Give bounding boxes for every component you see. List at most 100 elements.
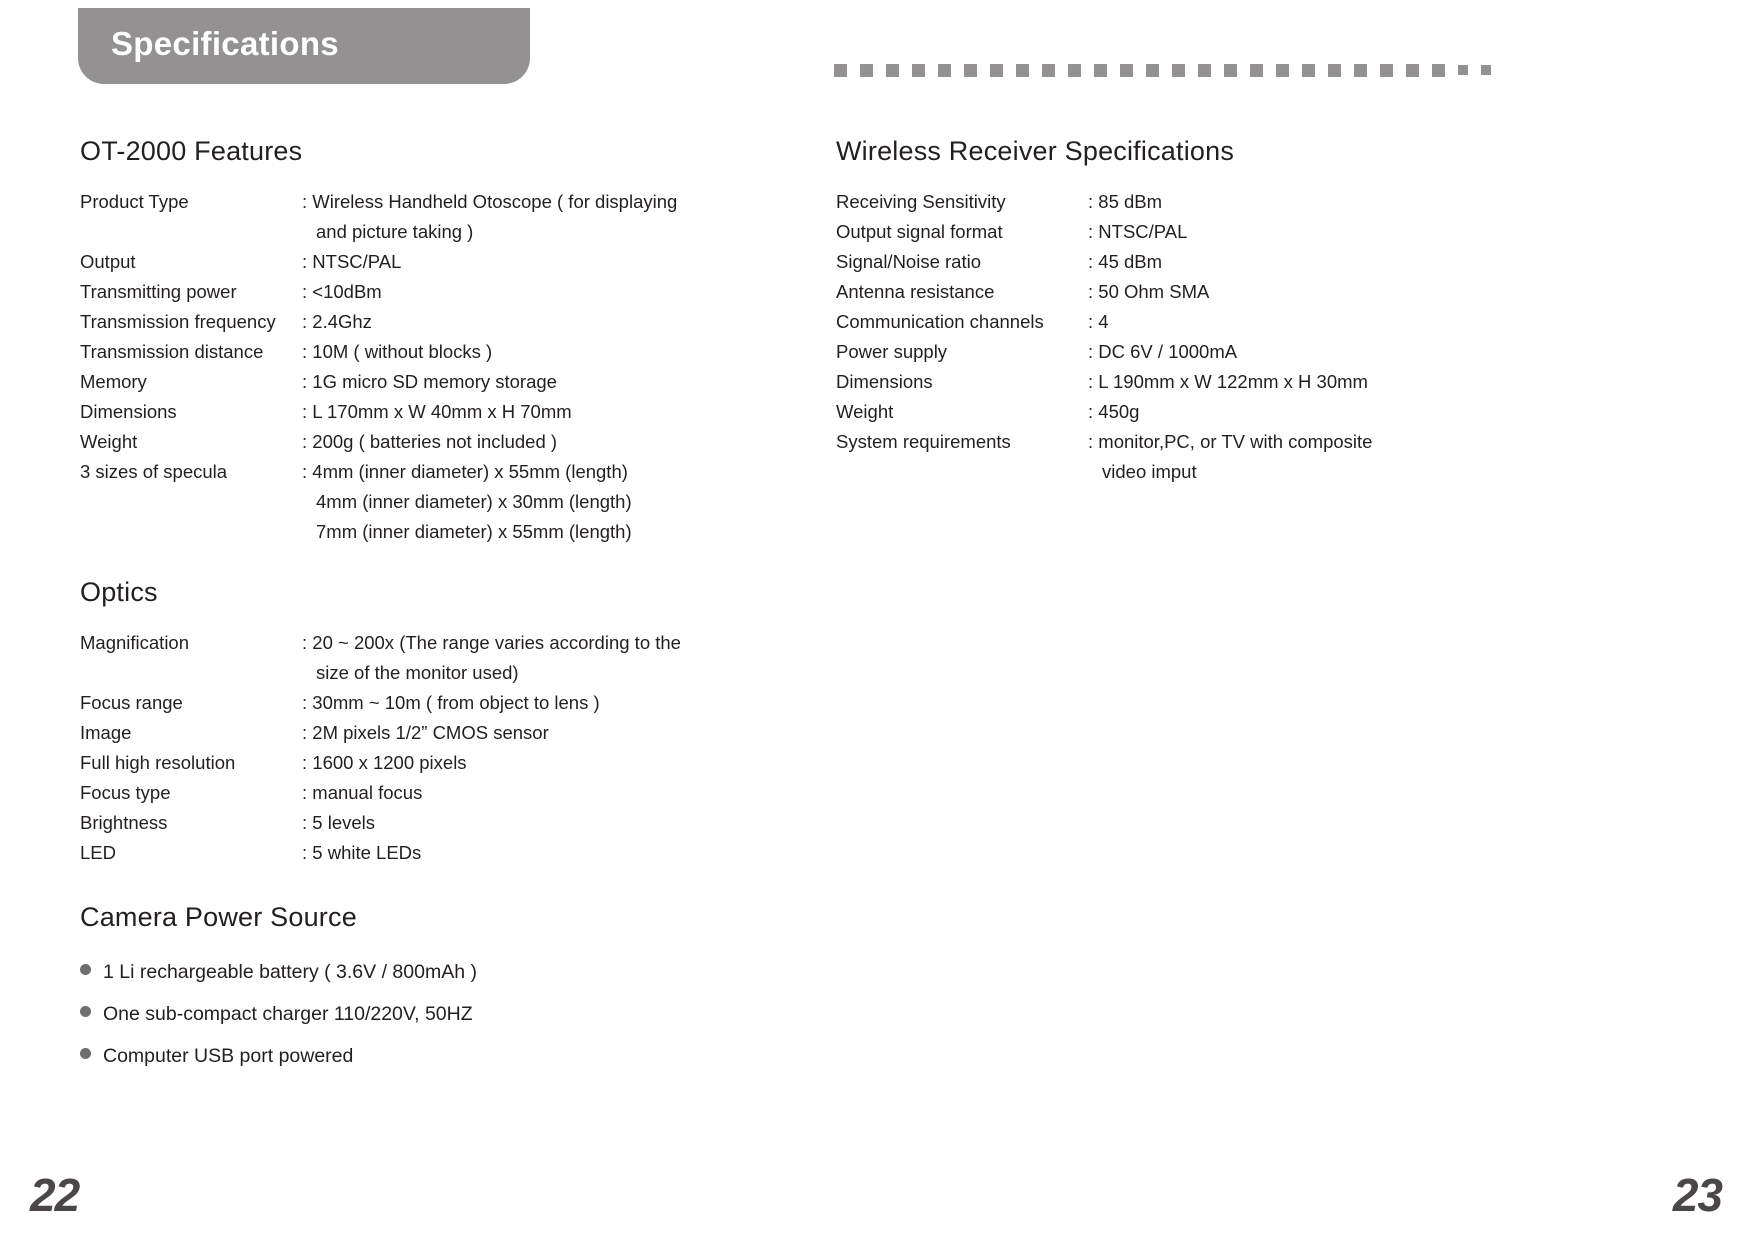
page-number-left: 22: [30, 1169, 80, 1221]
spec-row: Image : 2M pixels 1/2” CMOS sensor: [80, 718, 780, 748]
spec-row: Communication channels : 4: [836, 307, 1536, 337]
spec-value: : 2M pixels 1/2” CMOS sensor: [302, 722, 549, 743]
spec-value: : monitor,PC, or TV with composite: [1088, 431, 1373, 452]
spec-value: : 20 ~ 200x (The range varies according …: [302, 632, 681, 653]
spec-label-transmitting-power: Transmitting power: [80, 281, 237, 302]
spec-value: : 5 white LEDs: [302, 842, 422, 863]
section-heading-wireless-receiver-specifications: Wireless Receiver Specifications: [836, 136, 1235, 166]
spec-row: size of the monitor used): [80, 658, 780, 688]
spec-label-brightness: Brightness: [80, 812, 168, 833]
spec-value: 7mm (inner diameter) x 55mm (length): [316, 521, 632, 542]
spec-row: Full high resolution : 1600 x 1200 pixels: [80, 748, 780, 778]
spec-value: : 200g ( batteries not included ): [302, 431, 558, 452]
spec-row: Product Type : Wireless Handheld Otoscope…: [80, 187, 780, 217]
spec-list: Magnification : 20 ~ 200x (The range vari…: [80, 628, 780, 868]
spec-row: 7mm (inner diameter) x 55mm (length): [80, 517, 780, 547]
spec-row: video imput: [836, 457, 1536, 487]
list-item: 1 Li rechargeable battery ( 3.6V / 800mA…: [80, 957, 780, 987]
spec-row: Magnification : 20 ~ 200x (The range vari…: [80, 628, 780, 658]
spec-row: Weight : 450g: [836, 397, 1536, 427]
spec-value: video imput: [1102, 461, 1197, 482]
spec-row: Power supply : DC 6V / 1000mA: [836, 337, 1536, 367]
section-heading-optics: Optics: [80, 577, 158, 607]
spec-value: size of the monitor used): [316, 662, 519, 683]
spec-label-product-type: Product Type: [80, 191, 189, 212]
section-camera-power-source: Camera Power Source 1 Li rechargeable bat…: [80, 902, 780, 1071]
spec-value: : DC 6V / 1000mA: [1088, 341, 1238, 362]
spec-value: : 50 Ohm SMA: [1088, 281, 1210, 302]
spec-label-weight: Weight: [836, 401, 894, 422]
page-number-right: 23: [1672, 1169, 1723, 1221]
spec-label-dimensions: Dimensions: [80, 401, 177, 422]
spec-value: : 85 dBm: [1088, 191, 1163, 212]
spec-label-system-requirements: System requirements: [836, 431, 1011, 452]
spec-value: 4mm (inner diameter) x 30mm (length): [316, 491, 632, 512]
spec-row: Transmission distance : 10M ( without blo…: [80, 337, 780, 367]
spec-value: : 4: [1088, 311, 1109, 332]
spec-label-focus-range: Focus range: [80, 692, 183, 713]
spec-row: LED : 5 white LEDs: [80, 838, 780, 868]
section-ot-2000-features: OT-2000 Features Product Type : Wireless H…: [80, 136, 780, 547]
right-column: Wireless Receiver Specifications Receivin…: [836, 0, 1536, 487]
spec-label-dimensions: Dimensions: [836, 371, 933, 392]
spec-value: and picture taking ): [316, 221, 474, 242]
spec-row: 3 sizes of specula : 4mm (inner diameter)…: [80, 457, 780, 487]
spec-row: Output signal format : NTSC/PAL: [836, 217, 1536, 247]
spec-label-image: Image: [80, 722, 132, 743]
spec-row: Transmission frequency: 2.4Ghz: [80, 307, 780, 337]
spec-row: Output: NTSC/PAL: [80, 247, 780, 277]
spec-list: Receiving Sensitivity : 85 dBm Output sign…: [836, 187, 1536, 487]
spec-row: Memory: 1G micro SD memory storage: [80, 367, 780, 397]
spec-label-memory: Memory: [80, 371, 147, 392]
section-optics: Optics Magnification : 20 ~ 200x (The rang…: [80, 577, 780, 868]
spec-row: Antenna resistance : 50 Ohm SMA: [836, 277, 1536, 307]
section-heading-camera-power-source: Camera Power Source: [80, 902, 357, 932]
manual-spread-page: Specifications OT-2000 Features Product T…: [0, 0, 1752, 1238]
section-heading-ot-2000-features: OT-2000 Features: [80, 136, 303, 166]
spec-row: Focus range : 30mm ~ 10m ( from object to…: [80, 688, 780, 718]
spec-label-transmission-distance: Transmission distance: [80, 341, 264, 362]
spec-value: : L 170mm x W 40mm x H 70mm: [302, 401, 572, 422]
spec-list: Product Type : Wireless Handheld Otoscope…: [80, 187, 780, 547]
spec-row: Transmitting power : <10dBm: [80, 277, 780, 307]
spec-value: : 450g: [1088, 401, 1140, 422]
list-item: Computer USB port powered: [80, 1041, 780, 1071]
spec-row: Weight: 200g ( batteries not included ): [80, 427, 780, 457]
spec-value: : NTSC/PAL: [302, 251, 402, 272]
spec-row: Dimensions : L 190mm x W 122mm x H 30mm: [836, 367, 1536, 397]
power-source-bullet-list: 1 Li rechargeable battery ( 3.6V / 800mA…: [80, 957, 780, 1071]
spec-value: : Wireless Handheld Otoscope ( for displ…: [302, 191, 678, 212]
spec-value: : <10dBm: [302, 281, 382, 302]
spec-label-output-signal-format: Output signal format: [836, 221, 1003, 242]
list-item-label: 1 Li rechargeable battery ( 3.6V / 800mA…: [103, 961, 477, 983]
spec-label-full-high-resolution: Full high resolution: [80, 752, 236, 773]
spec-label-focus-type: Focus type: [80, 782, 171, 803]
spec-label-3-sizes-of-specula: 3 sizes of specula: [80, 461, 228, 482]
spec-label-power-supply: Power supply: [836, 341, 948, 362]
spec-value: : 5 levels: [302, 812, 376, 833]
list-item: One sub-compact charger 110/220V, 50HZ: [80, 999, 780, 1029]
spec-value: : 45 dBm: [1088, 251, 1163, 272]
spec-value: : 10M ( without blocks ): [302, 341, 493, 362]
spec-label-led: LED: [80, 842, 116, 863]
bullet-dot-icon: [80, 1048, 91, 1059]
spec-value: : 4mm (inner diameter) x 55mm (length): [302, 461, 628, 482]
spec-value: : 30mm ~ 10m ( from object to lens ): [302, 692, 600, 713]
bullet-dot-icon: [80, 964, 91, 975]
left-column: OT-2000 Features Product Type : Wireless H…: [80, 0, 780, 1083]
spec-row: 4mm (inner diameter) x 30mm (length): [80, 487, 780, 517]
spec-value: : NTSC/PAL: [1088, 221, 1188, 242]
spec-value: : 1600 x 1200 pixels: [302, 752, 467, 773]
spec-row: Brightness : 5 levels: [80, 808, 780, 838]
spec-label-transmission-frequency: Transmission frequency: [80, 311, 276, 332]
spec-value: : L 190mm x W 122mm x H 30mm: [1088, 371, 1368, 392]
spec-row: and picture taking ): [80, 217, 780, 247]
spec-label-receiving-sensitivity: Receiving Sensitivity: [836, 191, 1006, 212]
spec-row: Signal/Noise ratio : 45 dBm: [836, 247, 1536, 277]
spec-label-antenna-resistance: Antenna resistance: [836, 281, 995, 302]
list-item-label: Computer USB port powered: [103, 1045, 354, 1067]
spec-label-communication-channels: Communication channels: [836, 311, 1044, 332]
spec-label-signal-noise-ratio: Signal/Noise ratio: [836, 251, 981, 272]
spec-value: : manual focus: [302, 782, 423, 803]
spec-label-magnification: Magnification: [80, 632, 190, 653]
